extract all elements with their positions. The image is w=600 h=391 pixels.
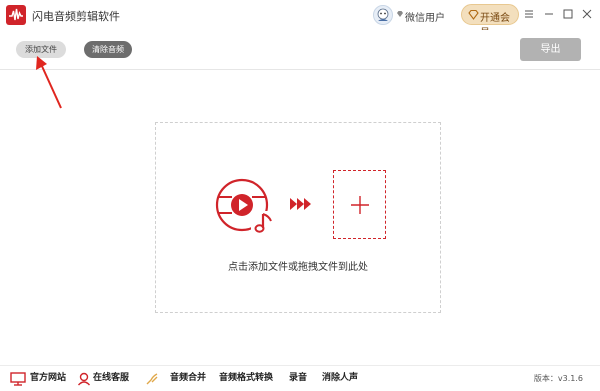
monitor-icon [10, 372, 26, 386]
plus-icon [351, 196, 369, 214]
toolbar: 添加文件 清除音频 导出 [0, 30, 600, 70]
app-logo-icon [6, 5, 26, 25]
merge-icon [146, 373, 158, 385]
bottom-bar: 官方网站 在线客服 音频合并 音频格式转换 录音 消除人声 版本：v3.1.6 [0, 365, 600, 391]
clear-audio-button[interactable]: 清除音频 [84, 41, 132, 58]
export-button[interactable]: 导出 [520, 38, 581, 61]
drop-hint-text: 点击添加文件或拖拽文件到此处 [228, 262, 368, 273]
avatar[interactable] [373, 5, 393, 25]
bottom-online-support[interactable]: 在线客服 [93, 366, 129, 391]
arrow-right-icon [290, 198, 311, 210]
music-file-icon [215, 178, 273, 235]
bottom-remove-vocals[interactable]: 消除人声 [322, 366, 358, 391]
bottom-official-site[interactable]: 官方网站 [30, 366, 66, 391]
title-bar: 闪电音频剪辑软件 微信用户 开通会员 [0, 0, 600, 39]
user-name[interactable]: 微信用户 [405, 9, 445, 24]
bottom-format-convert[interactable]: 音频格式转换 [219, 366, 273, 391]
minimize-icon[interactable] [543, 8, 555, 20]
app-title: 闪电音频剪辑软件 [32, 10, 120, 23]
add-file-box[interactable] [333, 170, 386, 239]
bottom-record[interactable]: 录音 [289, 366, 307, 391]
vip-diamond-icon [468, 9, 479, 20]
drop-zone[interactable] [155, 122, 441, 313]
bottom-audio-merge[interactable]: 音频合并 [170, 366, 206, 391]
headset-icon [77, 372, 91, 386]
maximize-icon[interactable] [562, 8, 574, 20]
menu-icon[interactable] [523, 8, 535, 20]
version-text: 版本：v3.1.6 [533, 374, 583, 383]
add-file-button[interactable]: 添加文件 [16, 41, 66, 58]
vip-button[interactable]: 开通会员 [461, 4, 519, 39]
close-icon[interactable] [581, 8, 593, 20]
diamond-icon [397, 11, 403, 17]
